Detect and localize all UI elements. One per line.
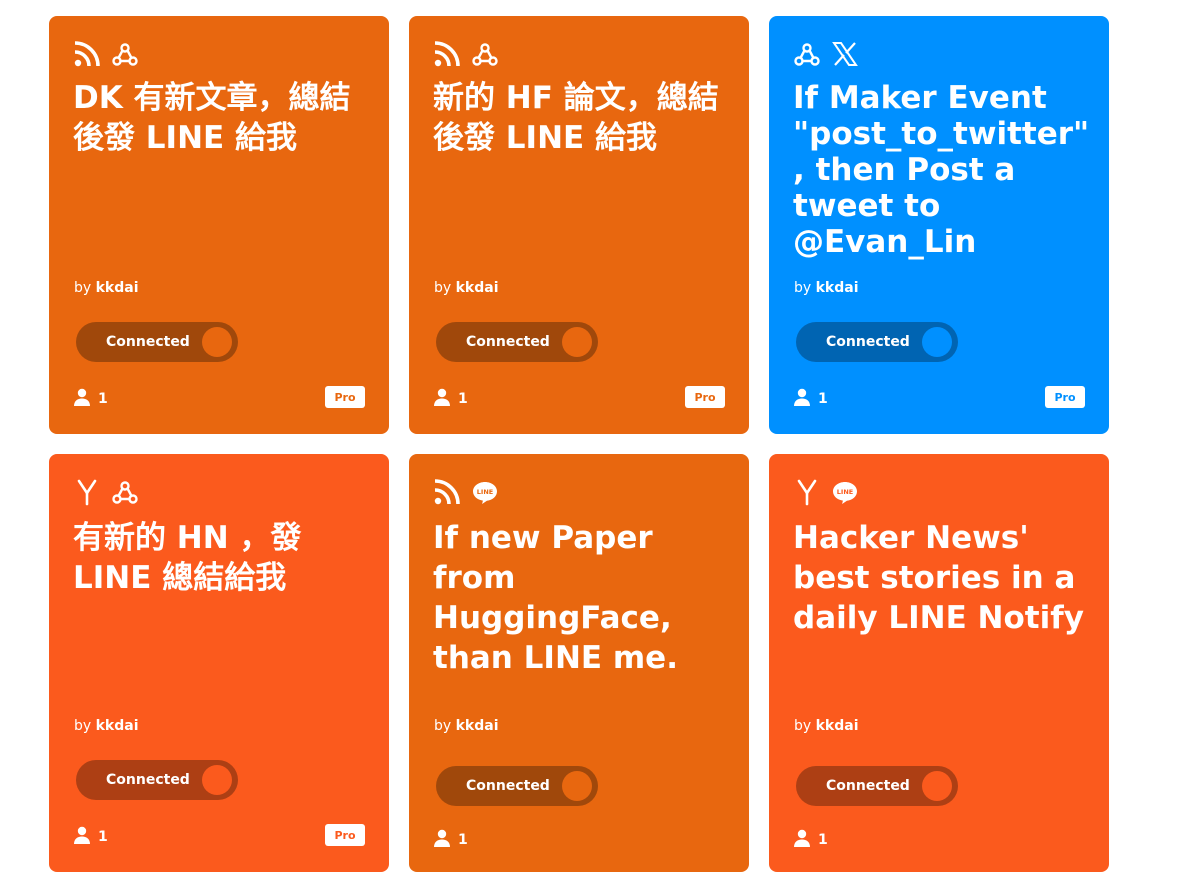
connected-toggle[interactable]: Connected — [76, 322, 238, 362]
hacker-news-icon — [73, 478, 101, 506]
applet-title: Hacker News' best stories in a daily LIN… — [793, 520, 1084, 636]
toggle-knob — [202, 765, 232, 795]
applet-title: DK 有新文章，總結後發 LINE 給我 — [73, 80, 351, 156]
pro-badge: Pro — [325, 824, 365, 846]
by-prefix: by — [794, 280, 812, 296]
webhooks-icon — [793, 40, 821, 68]
toggle-label: Connected — [826, 778, 910, 794]
by-prefix: by — [74, 280, 92, 296]
user-count: 1 — [794, 388, 828, 410]
applet-card[interactable]: 新的 HF 論文，總結後發 LINE 給我 by kkdai Connected… — [409, 16, 749, 434]
webhooks-icon — [111, 478, 139, 506]
user-count-value: 1 — [98, 829, 108, 845]
rss-icon — [433, 478, 461, 506]
applet-card[interactable]: LINE Hacker News' best stories in a dail… — [769, 454, 1109, 872]
author-byline: by kkdai — [434, 718, 499, 734]
author-byline: by kkdai — [794, 280, 859, 296]
user-icon — [794, 829, 810, 851]
applet-card[interactable]: If Maker Event "post_to_twitter", then P… — [769, 16, 1109, 434]
toggle-label: Connected — [826, 334, 910, 350]
connected-toggle[interactable]: Connected — [436, 322, 598, 362]
applet-title: If Maker Event "post_to_twitter", then P… — [793, 80, 1090, 260]
author-byline: by kkdai — [74, 280, 139, 296]
toggle-label: Connected — [106, 772, 190, 788]
user-count-value: 1 — [818, 832, 828, 848]
toggle-knob — [922, 327, 952, 357]
applet-card[interactable]: DK 有新文章，總結後發 LINE 給我 by kkdai Connected … — [49, 16, 389, 434]
by-prefix: by — [794, 718, 812, 734]
service-icons — [433, 40, 499, 68]
user-count: 1 — [74, 826, 108, 848]
pro-badge: Pro — [1045, 386, 1085, 408]
user-count-value: 1 — [458, 391, 468, 407]
pro-badge: Pro — [685, 386, 725, 408]
by-prefix: by — [74, 718, 92, 734]
hacker-news-icon — [793, 478, 821, 506]
svg-text:LINE: LINE — [477, 488, 493, 496]
service-icons — [73, 478, 139, 506]
service-icons — [73, 40, 139, 68]
author-byline: by kkdai — [434, 280, 499, 296]
rss-icon — [433, 40, 461, 68]
applet-title: 有新的 HN ，發 LINE 總結給我 — [73, 520, 302, 596]
user-icon — [794, 388, 810, 410]
author-byline: by kkdai — [74, 718, 139, 734]
connected-toggle[interactable]: Connected — [436, 766, 598, 806]
service-icons: LINE — [793, 478, 859, 506]
connected-toggle[interactable]: Connected — [796, 766, 958, 806]
applet-title: If new Paper from HuggingFace, than LINE… — [433, 520, 678, 676]
user-icon — [74, 388, 90, 410]
user-count: 1 — [794, 829, 828, 851]
applet-title: 新的 HF 論文，總結後發 LINE 給我 — [433, 80, 719, 156]
service-icons — [793, 40, 859, 68]
toggle-knob — [562, 771, 592, 801]
author-name: kkdai — [455, 280, 499, 296]
by-prefix: by — [434, 280, 452, 296]
user-count: 1 — [74, 388, 108, 410]
user-icon — [434, 388, 450, 410]
user-count-value: 1 — [458, 832, 468, 848]
user-count: 1 — [434, 388, 468, 410]
toggle-knob — [562, 327, 592, 357]
user-icon — [434, 829, 450, 851]
webhooks-icon — [471, 40, 499, 68]
service-icons: LINE — [433, 478, 499, 506]
connected-toggle[interactable]: Connected — [76, 760, 238, 800]
toggle-label: Connected — [106, 334, 190, 350]
applet-grid: DK 有新文章，總結後發 LINE 給我 by kkdai Connected … — [0, 0, 1197, 887]
pro-badge: Pro — [325, 386, 365, 408]
x-icon — [831, 40, 859, 68]
author-name: kkdai — [815, 280, 859, 296]
applet-card[interactable]: LINE If new Paper from HuggingFace, than… — [409, 454, 749, 872]
author-name: kkdai — [95, 718, 139, 734]
applet-card[interactable]: 有新的 HN ，發 LINE 總結給我 by kkdai Connected 1… — [49, 454, 389, 872]
author-name: kkdai — [95, 280, 139, 296]
line-icon: LINE — [831, 478, 859, 506]
author-name: kkdai — [815, 718, 859, 734]
toggle-label: Connected — [466, 334, 550, 350]
toggle-label: Connected — [466, 778, 550, 794]
rss-icon — [73, 40, 101, 68]
toggle-knob — [202, 327, 232, 357]
connected-toggle[interactable]: Connected — [796, 322, 958, 362]
author-byline: by kkdai — [794, 718, 859, 734]
svg-text:LINE: LINE — [837, 488, 853, 496]
user-icon — [74, 826, 90, 848]
user-count-value: 1 — [818, 391, 828, 407]
author-name: kkdai — [455, 718, 499, 734]
webhooks-icon — [111, 40, 139, 68]
user-count-value: 1 — [98, 391, 108, 407]
line-icon: LINE — [471, 478, 499, 506]
by-prefix: by — [434, 718, 452, 734]
toggle-knob — [922, 771, 952, 801]
user-count: 1 — [434, 829, 468, 851]
